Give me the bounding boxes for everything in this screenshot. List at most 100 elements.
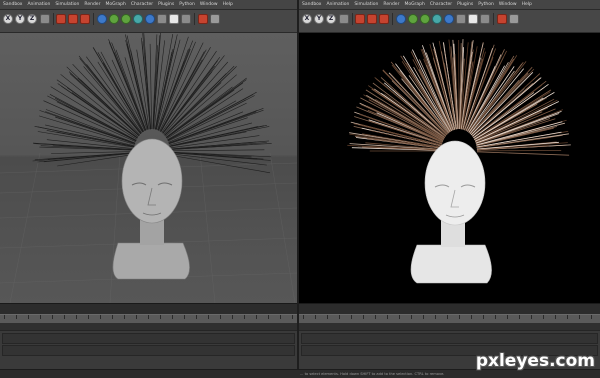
snap-icon[interactable] <box>509 14 519 24</box>
toolbar-separator <box>392 13 393 25</box>
hair-strand <box>149 43 152 130</box>
menu-character[interactable]: Character <box>430 2 452 7</box>
head-model <box>112 138 190 280</box>
menu-character[interactable]: Character <box>131 2 153 7</box>
menu-help[interactable]: Help <box>223 2 233 7</box>
pen-icon[interactable] <box>109 14 119 24</box>
hair-strand <box>169 152 252 158</box>
menu-mograph[interactable]: MoGraph <box>105 2 125 7</box>
menu-python[interactable]: Python <box>478 2 494 7</box>
hair-strand <box>152 45 158 130</box>
menu-python[interactable]: Python <box>179 2 195 7</box>
ruler-tick <box>363 315 364 319</box>
array-icon[interactable] <box>133 14 143 24</box>
ruler-tick <box>471 315 472 319</box>
render-viewport[interactable] <box>299 33 600 303</box>
ruler-tick <box>543 315 544 319</box>
ruler-tick <box>232 315 233 319</box>
hair-strand <box>169 149 265 152</box>
hair-strand <box>71 92 138 139</box>
light-icon[interactable] <box>181 14 191 24</box>
menu-help[interactable]: Help <box>522 2 532 7</box>
menu-plugins[interactable]: Plugins <box>457 2 473 7</box>
axis-y-icon[interactable]: Y <box>314 14 324 24</box>
render-icon[interactable] <box>367 14 377 24</box>
viewport-scene <box>0 33 297 303</box>
deformer-icon[interactable] <box>145 14 155 24</box>
ruler-tick <box>268 315 269 319</box>
menu-render[interactable]: Render <box>84 2 100 7</box>
right-render-pane: Sandbox Animation Simulation Render MoGr… <box>299 0 600 378</box>
ruler-tick <box>64 315 65 319</box>
menu-plugins[interactable]: Plugins <box>158 2 174 7</box>
ruler-tick <box>112 315 113 319</box>
editor-viewport[interactable] <box>0 33 297 303</box>
ruler-tick <box>88 315 89 319</box>
toolbar-separator <box>93 13 94 25</box>
ruler-tick <box>4 315 5 319</box>
menu-render[interactable]: Render <box>383 2 399 7</box>
toolbar-right: X Y Z <box>299 10 600 33</box>
subdivision-icon[interactable] <box>121 14 131 24</box>
ruler-tick <box>196 315 197 319</box>
ruler-tick <box>244 315 245 319</box>
ruler-tick <box>16 315 17 319</box>
axis-y-icon[interactable]: Y <box>15 14 25 24</box>
cube-icon[interactable] <box>396 14 406 24</box>
hair-strand <box>141 41 151 130</box>
axis-z-icon[interactable]: Z <box>27 14 37 24</box>
scene-icon[interactable] <box>456 14 466 24</box>
camera-icon[interactable] <box>169 14 179 24</box>
menu-simulation[interactable]: Simulation <box>354 2 378 7</box>
render-icon[interactable] <box>68 14 78 24</box>
menu-window[interactable]: Window <box>200 2 218 7</box>
menu-sandbox[interactable]: Sandbox <box>3 2 22 7</box>
menu-sandbox[interactable]: Sandbox <box>302 2 321 7</box>
ruler-tick <box>327 315 328 319</box>
toolbar-separator <box>194 13 195 25</box>
pen-icon[interactable] <box>408 14 418 24</box>
axis-x-icon[interactable]: X <box>3 14 13 24</box>
clapper-icon[interactable] <box>355 14 365 24</box>
world-icon[interactable] <box>339 14 349 24</box>
world-icon[interactable] <box>40 14 50 24</box>
ruler-tick <box>315 315 316 319</box>
menu-mograph[interactable]: MoGraph <box>404 2 424 7</box>
ruler-tick <box>519 315 520 319</box>
lock-icon[interactable] <box>497 14 507 24</box>
axis-x-icon[interactable]: X <box>302 14 312 24</box>
cube-icon[interactable] <box>97 14 107 24</box>
playback-controls-left[interactable] <box>0 323 297 330</box>
render-settings-icon[interactable] <box>80 14 90 24</box>
menu-animation[interactable]: Animation <box>326 2 349 7</box>
lock-icon[interactable] <box>198 14 208 24</box>
camera-icon[interactable] <box>468 14 478 24</box>
ruler-tick <box>280 315 281 319</box>
menu-animation[interactable]: Animation <box>27 2 50 7</box>
scene-icon[interactable] <box>157 14 167 24</box>
toolbar-left: X Y Z <box>0 10 297 33</box>
snap-icon[interactable] <box>210 14 220 24</box>
material-row[interactable] <box>301 333 598 344</box>
ruler-tick <box>339 315 340 319</box>
light-icon[interactable] <box>480 14 490 24</box>
clapper-icon[interactable] <box>56 14 66 24</box>
menu-simulation[interactable]: Simulation <box>55 2 79 7</box>
toolbar-separator <box>53 13 54 25</box>
ruler-tick <box>399 315 400 319</box>
watermark-logo: pxleyes.com <box>475 351 595 371</box>
ruler-tick <box>220 315 221 319</box>
subdivision-icon[interactable] <box>420 14 430 24</box>
menu-bar-right: Sandbox Animation Simulation Render MoGr… <box>299 0 600 10</box>
ruler-tick <box>387 315 388 319</box>
deformer-icon[interactable] <box>444 14 454 24</box>
material-row[interactable] <box>2 333 295 344</box>
menu-window[interactable]: Window <box>499 2 517 7</box>
array-icon[interactable] <box>432 14 442 24</box>
axis-z-icon[interactable]: Z <box>326 14 336 24</box>
render-settings-icon[interactable] <box>379 14 389 24</box>
coordinate-row[interactable] <box>2 345 295 356</box>
ruler-tick <box>148 315 149 319</box>
ruler-tick <box>40 315 41 319</box>
playback-controls-right[interactable] <box>299 323 600 330</box>
